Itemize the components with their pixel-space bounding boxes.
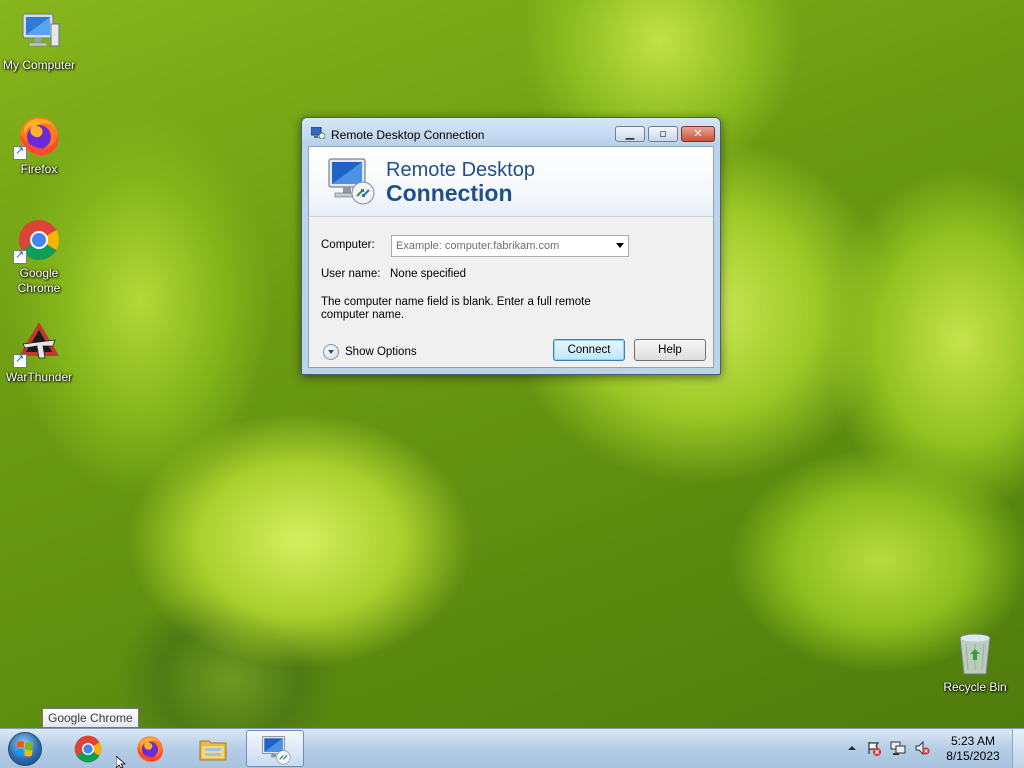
taskbar-file-explorer[interactable] bbox=[184, 730, 242, 767]
desktop-icon-firefox[interactable]: Firefox bbox=[0, 112, 78, 177]
maximize-icon: ▫ bbox=[659, 127, 667, 140]
shortcut-arrow-icon bbox=[13, 144, 27, 160]
close-button[interactable]: ✕ bbox=[681, 126, 715, 142]
taskbar-remote-desktop[interactable] bbox=[246, 730, 304, 767]
chevron-down-icon[interactable] bbox=[323, 344, 339, 360]
desktop-icon-recycle-bin[interactable]: Recycle Bin bbox=[936, 630, 1014, 695]
start-button[interactable] bbox=[6, 731, 46, 767]
remote-desktop-icon bbox=[325, 155, 377, 207]
show-desktop-button[interactable] bbox=[1012, 729, 1024, 768]
banner-title-line2: Connection bbox=[386, 180, 513, 206]
window-title: Remote Desktop Connection bbox=[331, 128, 485, 142]
taskbar: 5:23 AM 8/15/2023 bbox=[0, 728, 1024, 768]
clock-time: 5:23 AM bbox=[950, 734, 996, 748]
chrome-icon bbox=[13, 216, 63, 264]
desktop-icon-warthunder[interactable]: WarThunder bbox=[0, 320, 78, 385]
dialog-banner: Remote Desktop Connection bbox=[309, 147, 713, 217]
system-clock[interactable]: 5:23 AM 8/15/2023 bbox=[938, 734, 1008, 764]
close-icon: ✕ bbox=[693, 127, 703, 140]
maximize-button[interactable]: ▫ bbox=[648, 126, 678, 142]
remote-desktop-icon bbox=[260, 734, 292, 766]
remote-desktop-title-icon bbox=[310, 126, 326, 140]
title-bar[interactable]: Remote Desktop Connection ▁ ▫ ✕ bbox=[302, 118, 720, 146]
desktop-icon-label: My Computer bbox=[2, 58, 76, 72]
recycle-bin-icon bbox=[951, 630, 999, 678]
network-icon[interactable] bbox=[890, 740, 906, 756]
windows-logo-icon bbox=[8, 732, 42, 766]
desktop-icon-label: Google Chrome bbox=[17, 266, 61, 295]
computer-combobox[interactable]: Example: computer.fabrikam.com bbox=[391, 235, 629, 257]
taskbar-chrome[interactable] bbox=[59, 730, 117, 767]
banner-title-line1: Remote Desktop bbox=[386, 159, 535, 181]
firefox-icon bbox=[13, 112, 63, 160]
desktop-icon-my-computer[interactable]: My Computer bbox=[0, 8, 78, 73]
chevron-up-icon bbox=[848, 746, 856, 750]
clock-date: 8/15/2023 bbox=[946, 749, 1000, 763]
volume-muted-icon[interactable] bbox=[914, 740, 930, 756]
computer-label: Computer: bbox=[321, 239, 375, 251]
remote-desktop-dialog: Remote Desktop Connection ▁ ▫ ✕ Remote D… bbox=[301, 117, 721, 375]
chrome-icon bbox=[72, 733, 104, 765]
validation-message: The computer name field is blank. Enter … bbox=[321, 296, 591, 321]
username-value: None specified bbox=[390, 268, 467, 280]
taskbar-firefox[interactable] bbox=[121, 730, 179, 767]
shortcut-arrow-icon bbox=[13, 248, 27, 264]
warthunder-icon bbox=[13, 320, 63, 368]
computer-input-placeholder: Example: computer.fabrikam.com bbox=[396, 240, 560, 252]
connect-button[interactable]: Connect bbox=[553, 339, 625, 361]
desktop-icon-label: Firefox bbox=[20, 162, 58, 176]
desktop-icon-label: Recycle Bin bbox=[943, 680, 1007, 694]
computer-icon bbox=[15, 8, 63, 56]
mouse-cursor-icon bbox=[115, 755, 128, 768]
firefox-icon bbox=[134, 733, 166, 765]
desktop-icon-google-chrome[interactable]: Google Chrome bbox=[0, 216, 78, 296]
minimize-icon: ▁ bbox=[625, 127, 635, 140]
dialog-content: Remote Desktop Connection Computer: Exam… bbox=[308, 146, 714, 368]
username-label: User name: bbox=[321, 268, 381, 280]
show-options-toggle[interactable]: Show Options bbox=[323, 344, 423, 362]
action-center-icon[interactable] bbox=[866, 740, 882, 756]
shortcut-arrow-icon bbox=[13, 352, 27, 368]
help-button[interactable]: Help bbox=[634, 339, 706, 361]
show-hidden-icons-button[interactable] bbox=[844, 740, 860, 756]
file-explorer-icon bbox=[197, 733, 229, 765]
dropdown-arrow-icon[interactable] bbox=[616, 243, 624, 248]
taskbar-tooltip: Google Chrome bbox=[42, 708, 139, 728]
minimize-button[interactable]: ▁ bbox=[615, 126, 645, 142]
desktop-icon-label: WarThunder bbox=[5, 370, 73, 384]
show-options-label[interactable]: Show Options bbox=[345, 346, 417, 358]
